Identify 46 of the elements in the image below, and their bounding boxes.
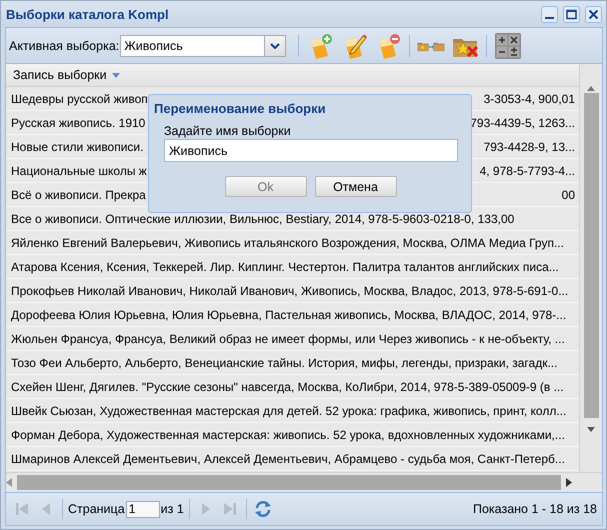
table-cell: Национальные школы ж xyxy=(11,164,147,178)
table-cell: Всё о живописи. Прекра xyxy=(11,188,146,202)
table-cell: 793-4439-5, 1263... xyxy=(470,116,575,130)
table-cell: Новые стили живописи. xyxy=(11,140,144,154)
table-cell: 00 xyxy=(562,188,575,202)
table-cell: Все о живописи. Оптические иллюзии, Вильнюс, Bestiary, 2014, 978-5-9603-0218-0, 133,00 xyxy=(11,212,514,226)
table-cell: 3-3053-4, 900,01 xyxy=(484,92,575,106)
table-cell: Жюльен Франсуа, Франсуа, Великий образ не имеет формы, или Через живопись - к не-объекту, ... xyxy=(11,332,565,346)
page-count: из 1 xyxy=(160,502,184,516)
scroll-up-icon[interactable] xyxy=(587,86,595,91)
table-cell: Шмаринов Алексей Дементьевич, Алексей Дементьевич, Абрамцево - судьба моя, Санкт-Петерб... xyxy=(11,452,565,466)
page-number-field[interactable]: 1 xyxy=(126,500,160,518)
table-cell: Схейен Шенг, Дягилев. "Русские сезоны" навсегда, Москва, КоЛибри, 2014, 978-5-389-05009-9 (в ... xyxy=(11,380,564,394)
window-title: Выборки каталога Kompl xyxy=(6,6,170,22)
table-cell: Яйленко Евгений Валерьевич, Живопись итальянского Возрождения, Москва, ОЛМА Медиа Груп... xyxy=(11,236,564,250)
refresh-icon[interactable] xyxy=(252,499,273,519)
chevron-down-icon[interactable] xyxy=(270,42,280,48)
calculator-icon[interactable] xyxy=(494,32,522,60)
record-count: Показано 1 - 18 из 18 xyxy=(472,502,598,516)
dialog-title: Переименование выборки xyxy=(153,100,327,118)
table-cell: Шедевры русской живоп xyxy=(11,92,148,106)
scroll-left-icon[interactable] xyxy=(6,478,13,487)
table-cell: Форман Дебора, Художественная мастерская: живопись. 52 урока, вдохновленных художниками,... xyxy=(11,428,565,442)
maximize-icon[interactable] xyxy=(563,6,580,22)
column-header[interactable]: Запись выборки xyxy=(6,68,120,82)
selection-label: Активная выборка: xyxy=(9,38,120,52)
page-label: Страница xyxy=(68,502,125,516)
sort-arrow-icon[interactable] xyxy=(112,72,120,78)
vertical-scrollbar[interactable] xyxy=(579,64,602,472)
selection-dropdown[interactable]: Живопись xyxy=(120,34,286,56)
table-cell: Дорофеева Юлия Юрьевна, Юлия Юрьевна, Пастельная живопись, Москва, ВЛАДОС, 2014, 978-... xyxy=(11,308,566,322)
scroll-down-icon[interactable] xyxy=(587,427,595,432)
table-cell: Тозо Феи Альберто, Альберто, Венецианские тайны. История, мифы, легенды, призраки, загадк... xyxy=(11,356,558,370)
table-cell: Атарова Ксения, Ксения, Теккерей. Лир. Киплинг. Честертон. Палитра талантов английских писа... xyxy=(11,260,559,274)
table-cell: Швейк Сьюзан, Художественная мастерская для детей. 52 урока: графика, живопись, принт, колл... xyxy=(11,404,566,418)
horizontal-scrollbar[interactable] xyxy=(6,472,602,492)
table-cell: 4, 978-5-7793-4... xyxy=(480,164,575,178)
name-field[interactable]: Живопись xyxy=(164,139,458,162)
close-icon[interactable] xyxy=(585,6,602,22)
table-cell: 793-4428-9, 13... xyxy=(484,140,575,154)
table-cell: Русская живопись. 1910 xyxy=(11,116,146,130)
scroll-right-icon[interactable] xyxy=(565,478,572,487)
table-cell: Прокофьев Николай Иванович, Николай Иванович, Живопись, Москва, Владос, 2013, 978-5-691-0... xyxy=(11,284,568,298)
name-label: Задайте имя выборки xyxy=(164,124,292,138)
cancel-button[interactable]: Отмена xyxy=(314,176,396,197)
minimize-icon[interactable] xyxy=(541,6,558,22)
